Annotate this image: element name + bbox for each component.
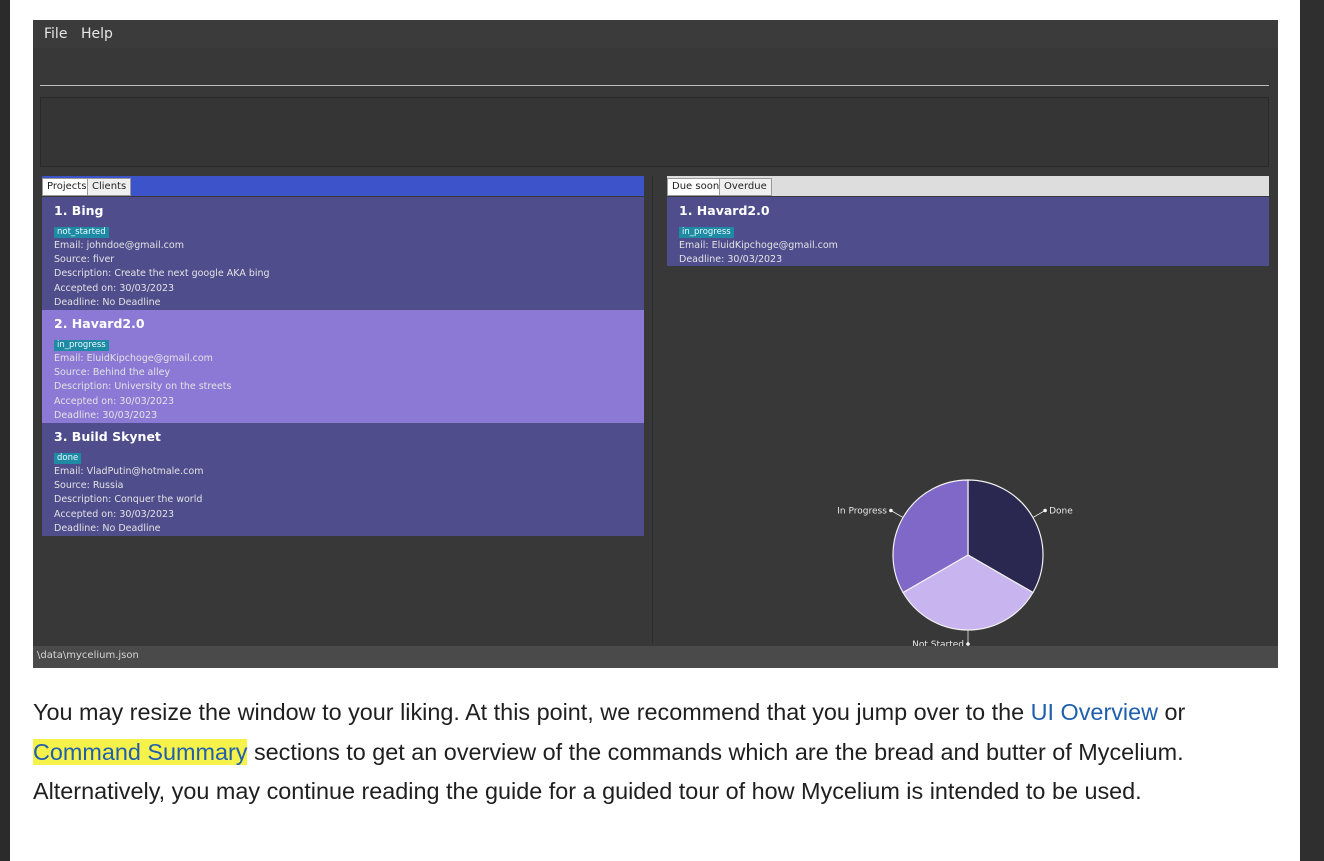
- tab-clients[interactable]: Clients: [87, 178, 132, 196]
- project-deadline: Deadline: No Deadline: [54, 296, 161, 308]
- project-deadline: Deadline: 30/03/2023: [54, 409, 158, 421]
- data-file-path: \data\mycelium.json: [37, 650, 139, 661]
- project-title: 1. Havard2.0: [679, 203, 770, 218]
- menu-help[interactable]: Help: [81, 26, 113, 42]
- tab-overdue[interactable]: Overdue: [719, 178, 772, 196]
- project-description: Description: Conquer the world: [54, 494, 203, 506]
- project-title: 2. Havard2.0: [54, 316, 145, 331]
- status-badge: not_started: [54, 227, 109, 238]
- tab-projects[interactable]: Projects: [42, 178, 92, 196]
- panel-divider[interactable]: [652, 176, 653, 644]
- guide-paragraph: You may resize the window to your liking…: [33, 693, 1273, 812]
- project-card-havard[interactable]: 2. Havard2.0 in_progress Email: EluidKip…: [42, 310, 644, 423]
- pie-label-dot: [1043, 508, 1047, 513]
- result-display: [40, 97, 1269, 167]
- project-accepted: Accepted on: 30/03/2023: [54, 282, 175, 294]
- status-pie-chart: Done Not Started In Progress: [813, 440, 1113, 660]
- paragraph-text-1: You may resize the window to your liking…: [33, 699, 1031, 725]
- pie-label-done: Done: [1049, 507, 1073, 517]
- due-soon-card-havard[interactable]: 1. Havard2.0 in_progress Email: EluidKip…: [667, 197, 1269, 266]
- pie-label-dot: [889, 508, 893, 513]
- menu-bar: File Help: [33, 20, 1278, 48]
- project-card-bing[interactable]: 1. Bing not_started Email: johndoe@gmail…: [42, 197, 644, 310]
- project-source: Source: Russia: [54, 480, 124, 492]
- menu-file[interactable]: File: [44, 26, 67, 42]
- project-deadline: Deadline: 30/03/2023: [679, 254, 783, 266]
- command-summary-link[interactable]: Command Summary: [33, 738, 248, 765]
- right-tab-bar: Due soon Overdue: [667, 176, 1269, 196]
- left-tab-bar: Projects Clients: [42, 176, 644, 196]
- pie-label-line: [890, 510, 904, 518]
- project-card-skynet[interactable]: 3. Build Skynet done Email: VladPutin@ho…: [42, 423, 644, 536]
- project-list: 1. Bing not_started Email: johndoe@gmail…: [42, 197, 644, 536]
- status-bar: \data\mycelium.json: [33, 646, 1278, 668]
- project-title: 1. Bing: [54, 203, 104, 218]
- pie-label-in-progress: In Progress: [837, 507, 887, 517]
- project-email: Email: EluidKipchoge@gmail.com: [679, 240, 838, 251]
- project-title: 3. Build Skynet: [54, 429, 161, 444]
- status-badge: in_progress: [679, 227, 734, 238]
- page-scrollbar-track[interactable]: [1300, 0, 1324, 861]
- project-description: Description: Create the next google AKA …: [54, 268, 270, 280]
- paragraph-text-2: or: [1158, 699, 1186, 725]
- status-badge: done: [54, 453, 82, 464]
- tab-due-soon[interactable]: Due soon: [667, 178, 725, 196]
- project-source: Source: fiver: [54, 254, 115, 266]
- project-source: Source: Behind the alley: [54, 367, 171, 379]
- project-email: Email: johndoe@gmail.com: [54, 240, 184, 251]
- ui-overview-link[interactable]: UI Overview: [1031, 699, 1158, 725]
- command-input[interactable]: [40, 49, 1269, 86]
- project-deadline: Deadline: No Deadline: [54, 522, 161, 534]
- mycelium-app-window: File Help Projects Clients 1. Bing not_s…: [33, 20, 1278, 668]
- project-email: Email: VladPutin@hotmale.com: [54, 466, 204, 477]
- project-accepted: Accepted on: 30/03/2023: [54, 508, 175, 520]
- project-accepted: Accepted on: 30/03/2023: [54, 395, 175, 407]
- pie-chart-svg: DoneNot StartedIn Progress: [837, 479, 1073, 650]
- pie-label-line: [1032, 510, 1046, 518]
- project-email: Email: EluidKipchoge@gmail.com: [54, 353, 213, 364]
- status-badge: in_progress: [54, 340, 109, 351]
- project-description: Description: University on the streets: [54, 381, 232, 393]
- page-left-edge: [0, 0, 10, 861]
